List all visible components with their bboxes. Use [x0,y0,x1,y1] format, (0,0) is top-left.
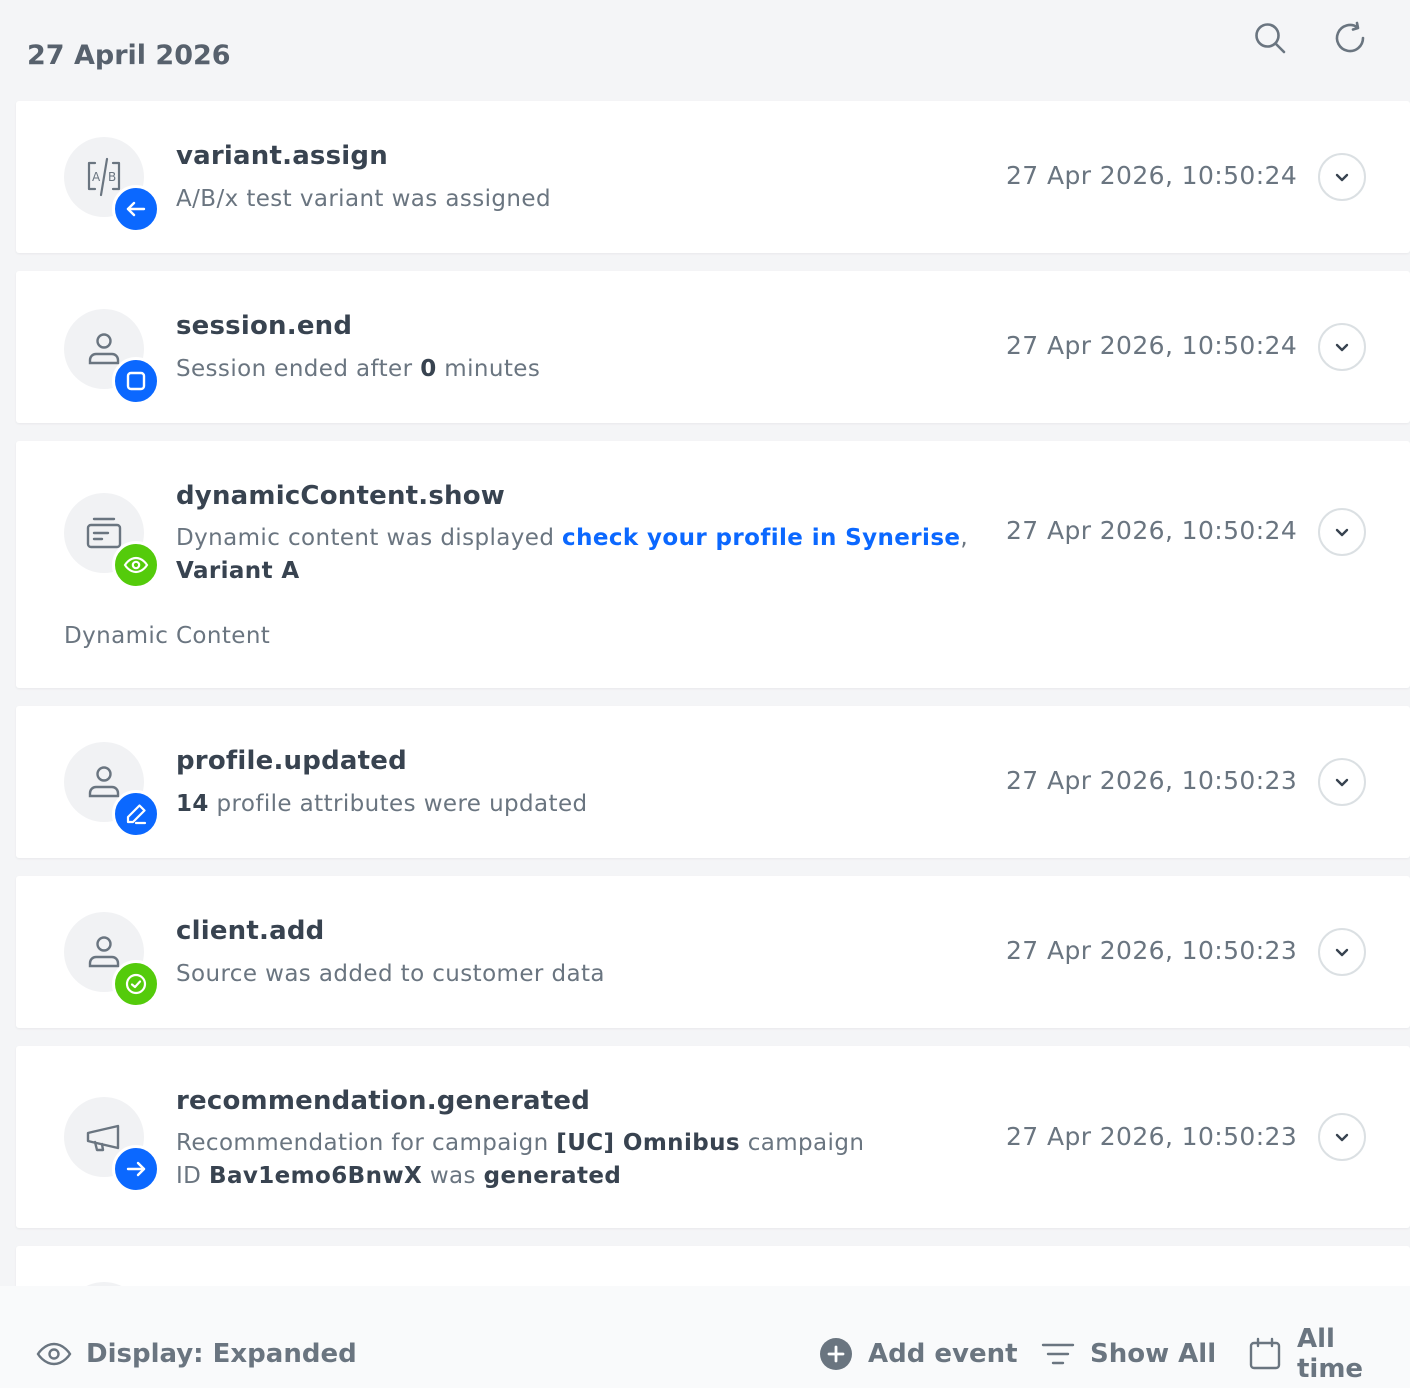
all-time-label: All time [1297,1324,1364,1384]
event-avatar [64,1097,160,1193]
event-title: session.end [176,311,353,341]
event-avatar: A B [64,137,160,233]
refresh-button[interactable] [1330,18,1370,58]
event-title: recommendation.generated [176,1086,591,1116]
event-time: 27 Apr 2026, 10:50:24 [1006,161,1298,190]
event-description: 14 profile attributes were updated [176,791,588,817]
chevron-down-icon [1335,948,1349,957]
expand-button[interactable] [1318,928,1366,976]
event-card[interactable]: client.add Source was added to customer … [16,876,1410,1028]
event-timeline: A B variant.assign A/B/x test variant wa… [16,101,1410,1362]
arrow-left-icon [126,201,146,217]
expand-button[interactable] [1318,323,1366,371]
event-time: 27 Apr 2026, 10:50:23 [1006,936,1298,965]
date-heading: 27 April 2026 [27,40,231,71]
event-card[interactable]: recommendation.generated Recommendation … [16,1046,1410,1228]
event-card[interactable]: A B variant.assign A/B/x test variant wa… [16,101,1410,253]
event-avatar [64,309,160,405]
expand-button[interactable] [1318,758,1366,806]
event-badge [112,790,160,838]
event-description: Source was added to customer data [176,961,605,987]
display-mode-label: Display: Expanded [86,1339,357,1369]
event-time: 27 Apr 2026, 10:50:24 [1006,516,1298,545]
event-time: 27 Apr 2026, 10:50:23 [1006,1122,1298,1151]
timeline-header: 27 April 2026 [0,0,1410,100]
calendar-icon [1249,1337,1281,1370]
show-all-label: Show All [1090,1339,1217,1369]
event-badge [112,960,160,1008]
filter-icon [1041,1343,1075,1365]
event-description: A/B/x test variant was assigned [176,186,551,212]
event-time: 27 Apr 2026, 10:50:24 [1006,331,1298,360]
chevron-down-icon [1335,778,1349,787]
event-badge [112,1145,160,1193]
search-button[interactable] [1250,18,1290,58]
add-event-button[interactable]: Add event [818,1334,1018,1374]
event-avatar [64,912,160,1008]
chevron-down-icon [1335,173,1349,182]
event-badge [112,541,160,589]
event-title: dynamicContent.show [176,481,506,511]
date-range-button[interactable]: All time [1247,1324,1410,1384]
event-title: profile.updated [176,746,407,776]
expand-button[interactable] [1318,153,1366,201]
display-mode-button[interactable]: Display: Expanded [36,1334,357,1374]
event-description: Dynamic content was displayed check your… [176,525,969,584]
show-all-filter-button[interactable]: Show All [1040,1334,1216,1374]
plus-circle-icon [820,1338,852,1370]
eye-icon [123,556,149,574]
search-icon [1255,23,1286,54]
eye-icon [36,1342,72,1366]
stop-square-icon [126,371,146,391]
event-time: 27 Apr 2026, 10:50:23 [1006,766,1298,795]
add-event-label: Add event [868,1339,1018,1369]
event-card[interactable]: session.end Session ended after 0 minute… [16,271,1410,423]
synerise-profile-link[interactable]: check your profile in Synerise [562,525,960,551]
event-card[interactable]: dynamicContent.show Dynamic content was … [16,441,1410,688]
event-avatar [64,493,160,589]
arrow-right-icon [126,1161,146,1177]
event-avatar [64,742,160,838]
chevron-down-icon [1335,343,1349,352]
svg-text:B: B [108,170,116,184]
event-description: Recommendation for campaign [UC] Omnibus… [176,1130,865,1189]
event-description: Session ended after 0 minutes [176,356,541,382]
timeline-footer: Display: Expanded Add event Show All All… [0,1286,1410,1388]
pencil-icon [126,804,147,825]
svg-text:A: A [92,170,101,184]
event-card[interactable]: profile.updated 14 profile attributes we… [16,706,1410,858]
event-badge [112,357,160,405]
expand-button[interactable] [1318,1113,1366,1161]
check-circle-icon [125,973,147,995]
chevron-down-icon [1335,528,1349,537]
refresh-icon [1335,21,1365,53]
event-category: Dynamic Content [64,623,271,649]
expand-button[interactable] [1318,508,1366,556]
chevron-down-icon [1335,1133,1349,1142]
event-title: client.add [176,916,325,946]
event-badge [112,185,160,233]
event-title: variant.assign [176,141,388,171]
